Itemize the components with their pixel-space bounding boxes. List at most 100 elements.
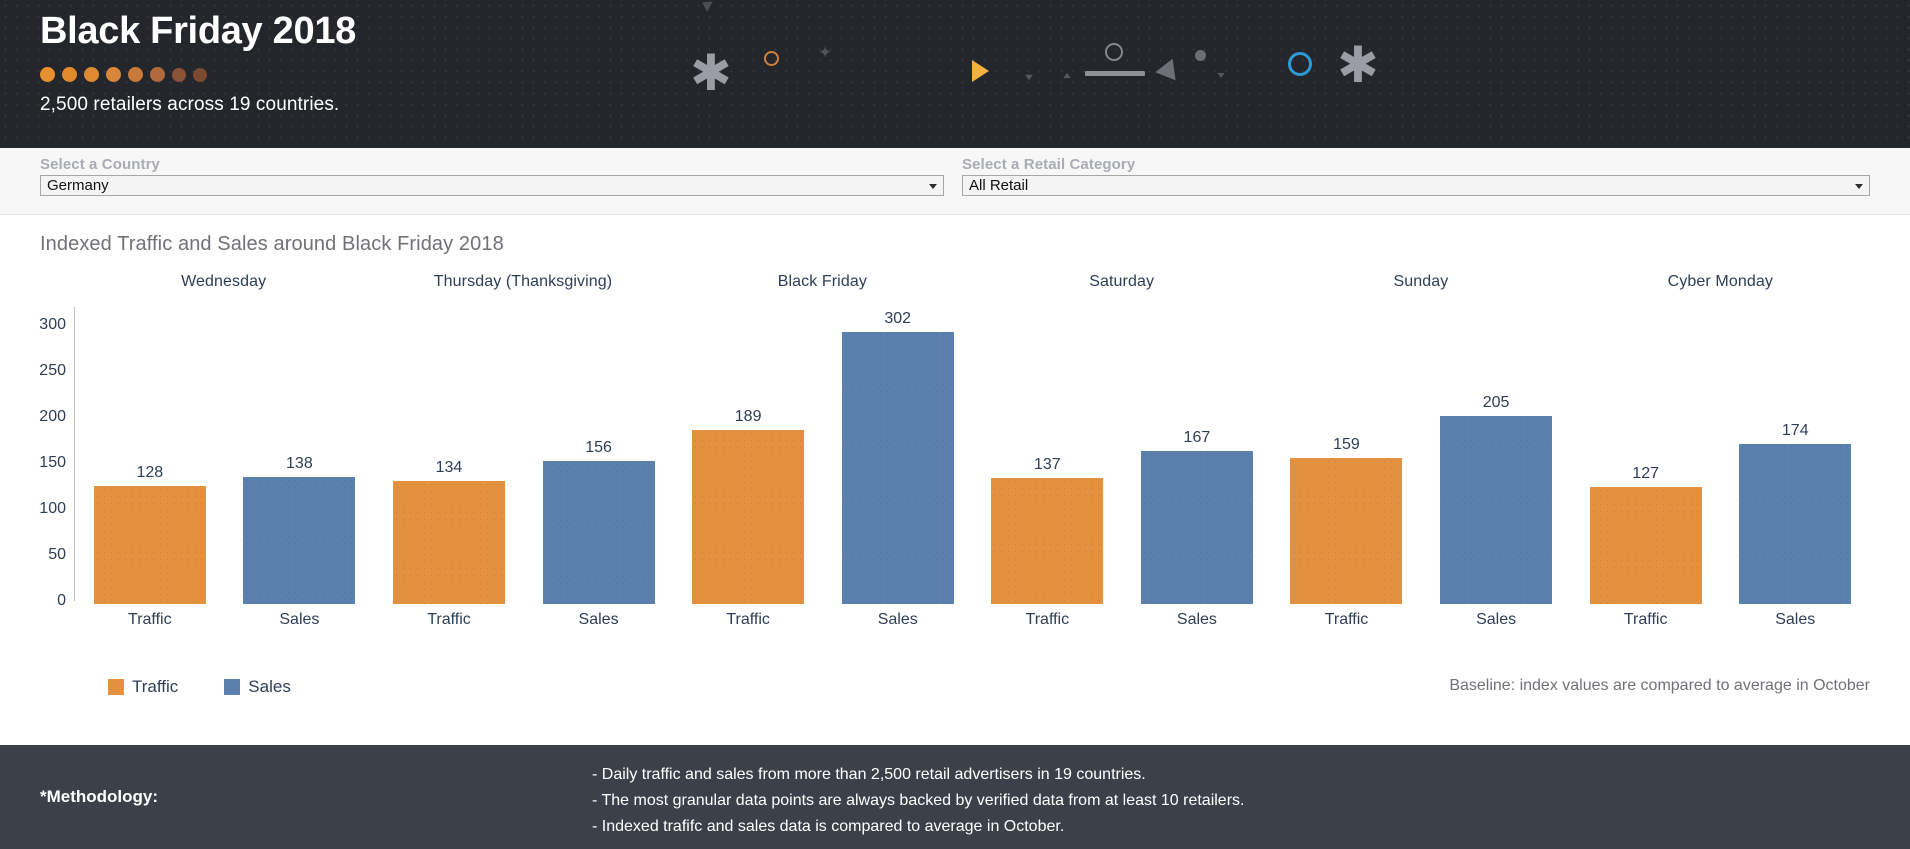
methodology-lines: - Daily traffic and sales from more than… [592, 762, 1244, 840]
bar-category-label: Traffic [128, 611, 172, 628]
bar-slot: 189 Traffic [673, 307, 823, 629]
bar-sales[interactable] [1140, 450, 1253, 604]
bar-sales[interactable] [243, 477, 356, 604]
bar-category-label: Traffic [1623, 611, 1668, 628]
bar-category-label: Sales [578, 611, 619, 628]
bar-sales[interactable] [1440, 415, 1553, 604]
chevron-down-icon [929, 183, 937, 189]
bar-slot: 302 Sales [823, 307, 973, 629]
bar-category-label: Sales [1176, 611, 1217, 628]
star-icon: ✦ [818, 43, 833, 63]
day-header-6: Cyber Monday [1667, 273, 1773, 290]
bar-group: 189 Traffic 302 Sales [673, 307, 972, 629]
header-dot [193, 67, 207, 82]
bar-value-label: 302 [884, 310, 912, 327]
bar-group: 137 Traffic 167 Sales [973, 307, 1272, 629]
bar-wrapper: 127 [1571, 310, 1721, 604]
circle-outline-icon [1105, 43, 1123, 61]
small-triangle-down-icon [1025, 74, 1033, 81]
bar-slot: 205 Sales [1421, 307, 1571, 629]
methodology-line: - The most granular data points are alwa… [592, 792, 1245, 809]
legend-swatch-icon [108, 679, 124, 695]
chart-panel: Indexed Traffic and Sales around Black F… [0, 215, 1910, 745]
legend-item-sales[interactable]: Sales [224, 677, 291, 697]
bar-traffic[interactable] [1290, 457, 1403, 604]
bar-wrapper: 205 [1421, 310, 1571, 604]
country-select-value: Germany [47, 177, 109, 194]
bar-wrapper: 167 [1122, 310, 1272, 604]
bar-group: 127 Traffic 174 Sales [1571, 307, 1870, 629]
bar-traffic[interactable] [1589, 487, 1702, 604]
bar-value-label: 156 [585, 438, 612, 456]
bar-category-label: Sales [1775, 611, 1816, 628]
y-axis-tick: 50 [48, 546, 66, 564]
bar-slot: 156 Sales [524, 307, 674, 629]
bar-slot: 167 Sales [1122, 307, 1272, 629]
asterisk-icon: ✱ [690, 44, 732, 102]
header-dot [150, 67, 165, 82]
header-dot [40, 67, 55, 82]
bar-category-label: Traffic [1324, 611, 1369, 628]
bar-wrapper: 174 [1720, 310, 1870, 604]
methodology-label: *Methodology: [40, 787, 159, 806]
methodology-line: - Indexed trafifc and sales data is comp… [592, 818, 1065, 835]
header-dot [128, 67, 143, 82]
bar-wrapper: 134 [374, 310, 524, 604]
country-filter-label: Select a Country [40, 156, 160, 173]
bar-traffic[interactable] [991, 478, 1104, 604]
bar-value-label: 159 [1333, 435, 1360, 453]
bar-wrapper: 128 [75, 310, 225, 604]
bar-wrapper: 189 [673, 310, 823, 604]
bar-slot: 159 Traffic [1272, 307, 1422, 629]
small-triangle-down-icon [1217, 73, 1225, 78]
category-select[interactable]: All Retail [962, 175, 1870, 196]
circle-outline-icon [1288, 52, 1312, 76]
asterisk-icon: ✱ [1337, 36, 1379, 94]
day-header-1: Wednesday [181, 273, 267, 290]
category-filter-label: Select a Retail Category [962, 156, 1136, 173]
bar-value-label: 205 [1482, 393, 1510, 411]
bar-category-label: Traffic [726, 611, 770, 628]
header-dot [106, 67, 121, 82]
bar-slot: 134 Traffic [374, 307, 524, 629]
header-text-block: Black Friday 2018 2,500 retailers across… [40, 8, 356, 116]
bar-value-label: 128 [136, 464, 164, 482]
bar-slot: 138 Sales [225, 307, 375, 629]
methodology-line: - Daily traffic and sales from more than… [592, 766, 1146, 783]
page-header: Black Friday 2018 2,500 retailers across… [0, 0, 1910, 148]
bar-traffic[interactable] [93, 486, 206, 604]
dot-icon [1195, 50, 1206, 61]
circle-outline-icon [764, 51, 779, 66]
bar-sales[interactable] [1739, 444, 1852, 604]
legend-item-traffic[interactable]: Traffic [108, 677, 178, 697]
bar-sales[interactable] [841, 332, 954, 604]
header-dot [172, 67, 186, 82]
dot-gradient-row [40, 66, 356, 84]
bar-sales[interactable] [542, 460, 655, 604]
country-select[interactable]: Germany [40, 175, 944, 196]
bar-traffic[interactable] [392, 480, 505, 604]
day-header-row: Wednesday Thursday (Thanksgiving) Black Fr… [74, 273, 1870, 303]
baseline-note: Baseline: index values are compared to a… [1449, 677, 1870, 694]
y-axis-tick: 100 [39, 500, 66, 518]
y-axis-tick: 0 [57, 592, 66, 609]
day-header-5: Sunday [1393, 273, 1449, 290]
category-select-value: All Retail [969, 177, 1029, 194]
y-axis-tick: 200 [39, 408, 66, 426]
bar-wrapper: 159 [1272, 310, 1422, 604]
header-dot [84, 67, 99, 82]
y-axis-tick: 250 [39, 362, 66, 380]
y-axis-tick: 150 [39, 454, 66, 472]
bar-category-label: Sales [1476, 611, 1517, 628]
filter-bar: Select a Country Germany Select a Retail… [0, 148, 1910, 215]
chart-legend: Traffic Sales [108, 677, 291, 697]
country-filter-group: Select a Country Germany [40, 156, 944, 196]
horizontal-bar-icon [1085, 71, 1145, 76]
y-axis: 300 250 200 150 100 50 0 [39, 307, 74, 609]
bar-traffic[interactable] [692, 430, 805, 604]
bar-value-label: 137 [1033, 456, 1061, 474]
day-header-2: Thursday (Thanksgiving) [433, 273, 613, 290]
legend-swatch-icon [224, 679, 241, 695]
bar-value-label: 189 [734, 408, 762, 426]
category-filter-group: Select a Retail Category All Retail [962, 156, 1870, 196]
